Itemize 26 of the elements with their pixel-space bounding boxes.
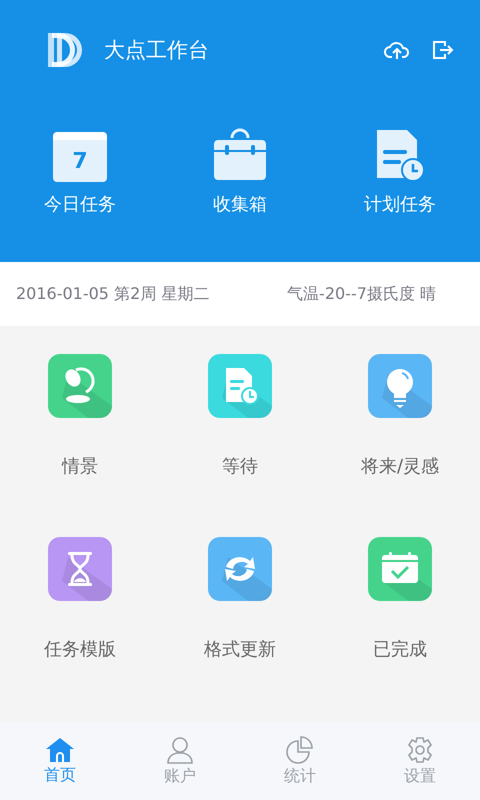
cloud-upload-icon[interactable]	[384, 40, 410, 60]
module-tile[interactable]: 等待	[160, 326, 320, 509]
logo-icon	[48, 33, 84, 67]
quick-action[interactable]: 7 今日任务	[0, 124, 160, 216]
tab[interactable]: 账户	[120, 722, 240, 800]
logout-icon[interactable]	[432, 40, 454, 60]
module-tile[interactable]: 格式更新	[160, 509, 320, 692]
pie-chart-icon	[286, 736, 314, 764]
settings-icon	[406, 736, 434, 764]
weather-text: 气温-20--7摄氏度 晴	[287, 284, 436, 304]
date-text: 2016-01-05 第2周 星期二	[16, 284, 210, 304]
quick-action[interactable]: 计划任务	[320, 124, 480, 216]
module-tile[interactable]: 情景	[0, 326, 160, 509]
tab[interactable]: 设置	[360, 722, 480, 800]
calendar-icon: 7	[53, 132, 107, 182]
toolbox-icon	[213, 128, 267, 182]
app-title: 大点工作台	[104, 37, 209, 64]
tab[interactable]: 首页	[0, 722, 120, 800]
tab[interactable]: 统计	[240, 722, 360, 800]
quick-action[interactable]: 收集箱	[160, 124, 320, 216]
module-tile[interactable]: 已完成	[320, 509, 480, 692]
home-icon	[45, 736, 75, 762]
document-clock-icon	[375, 128, 425, 182]
user-icon	[166, 736, 194, 764]
module-tile[interactable]: 任务模版	[0, 509, 160, 692]
module-tile[interactable]: 将来/灵感	[320, 326, 480, 509]
